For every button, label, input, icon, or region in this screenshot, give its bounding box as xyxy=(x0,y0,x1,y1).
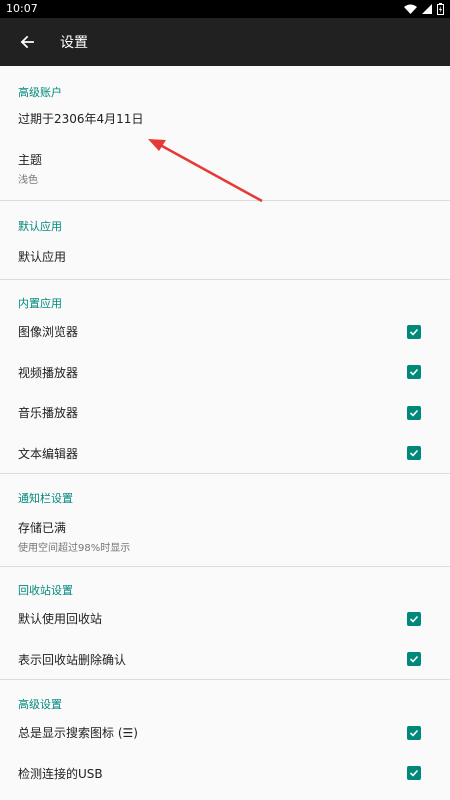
section-header-recycle-bin: 回收站设置 xyxy=(18,584,73,597)
builtin-item-video-player[interactable]: 视频播放器 xyxy=(0,352,450,392)
back-button[interactable] xyxy=(0,18,54,66)
recycle-bin-default-item[interactable]: 默认使用回收站 xyxy=(0,598,450,639)
section-header-premium: 高级账户 xyxy=(18,86,62,99)
theme-item[interactable]: 主题 浅色 xyxy=(0,136,450,200)
builtin-item-label: 图像浏览器 xyxy=(18,325,79,339)
builtin-item-label: 文本编辑器 xyxy=(18,446,79,461)
arrow-back-icon xyxy=(20,35,34,49)
check-icon xyxy=(409,368,419,376)
status-bar: 10:07 xyxy=(0,0,450,18)
checkbox-checked[interactable] xyxy=(407,324,421,339)
builtin-item-text-editor[interactable]: 文本编辑器 xyxy=(0,433,450,473)
checkbox-checked[interactable] xyxy=(407,652,421,666)
advanced-item-label: 总是显示搜索图标 (☰) xyxy=(18,726,138,740)
storage-full-item[interactable]: 存储已满 使用空间超过98%时显示 xyxy=(0,506,450,566)
builtin-item-label: 音乐播放器 xyxy=(18,406,79,420)
wifi-icon xyxy=(404,4,417,14)
advanced-item-label: 检测连接的USB xyxy=(18,766,103,781)
check-icon xyxy=(409,615,419,623)
theme-title: 主题 xyxy=(18,152,43,167)
checkbox-checked[interactable] xyxy=(407,365,421,379)
default-apps-item[interactable]: 默认应用 xyxy=(0,234,450,279)
check-icon xyxy=(409,655,419,663)
check-icon xyxy=(409,769,419,777)
always-show-search-item[interactable]: 总是显示搜索图标 (☰) xyxy=(0,712,450,753)
checkbox-checked[interactable] xyxy=(407,446,421,460)
premium-expiry-item[interactable]: 过期于2306年4月11日 xyxy=(0,100,450,136)
battery-icon xyxy=(437,3,444,15)
checkbox-checked[interactable] xyxy=(407,766,421,780)
theme-value: 浅色 xyxy=(18,174,38,186)
section-header-advanced: 高级设置 xyxy=(18,698,62,711)
recycle-bin-item-label: 默认使用回收站 xyxy=(18,612,103,626)
section-header-notification: 通知栏设置 xyxy=(18,492,73,505)
checkbox-checked[interactable] xyxy=(407,725,421,740)
recycle-bin-item-label: 表示回收站删除确认 xyxy=(18,652,127,667)
detect-usb-item[interactable]: 检测连接的USB xyxy=(0,753,450,793)
page-title: 设置 xyxy=(60,35,88,51)
section-header-default-apps: 默认应用 xyxy=(18,220,62,233)
default-apps-label: 默认应用 xyxy=(18,250,67,264)
app-bar: 设置 xyxy=(0,18,450,66)
builtin-item-music-player[interactable]: 音乐播放器 xyxy=(0,392,450,433)
checkbox-checked[interactable] xyxy=(407,405,421,420)
section-header-builtin-apps: 内置应用 xyxy=(18,297,62,310)
storage-full-title: 存储已满 xyxy=(18,520,67,535)
storage-full-subtitle: 使用空间超过98%时显示 xyxy=(18,542,131,554)
status-time: 10:07 xyxy=(6,2,38,15)
check-icon xyxy=(409,449,419,457)
check-icon xyxy=(409,328,419,336)
signal-icon xyxy=(422,4,432,14)
builtin-item-image-viewer[interactable]: 图像浏览器 xyxy=(0,311,450,352)
checkbox-checked[interactable] xyxy=(407,611,421,626)
status-icons xyxy=(404,3,444,15)
check-icon xyxy=(409,729,419,737)
check-icon xyxy=(409,409,419,417)
builtin-item-label: 视频播放器 xyxy=(18,365,79,380)
premium-expiry-label: 过期于2306年4月11日 xyxy=(18,111,144,126)
settings-list[interactable]: 高级账户 过期于2306年4月11日 主题 浅色 默认应用 默认应用 内置应用 … xyxy=(0,66,450,800)
recycle-bin-confirm-item[interactable]: 表示回收站删除确认 xyxy=(0,639,450,679)
